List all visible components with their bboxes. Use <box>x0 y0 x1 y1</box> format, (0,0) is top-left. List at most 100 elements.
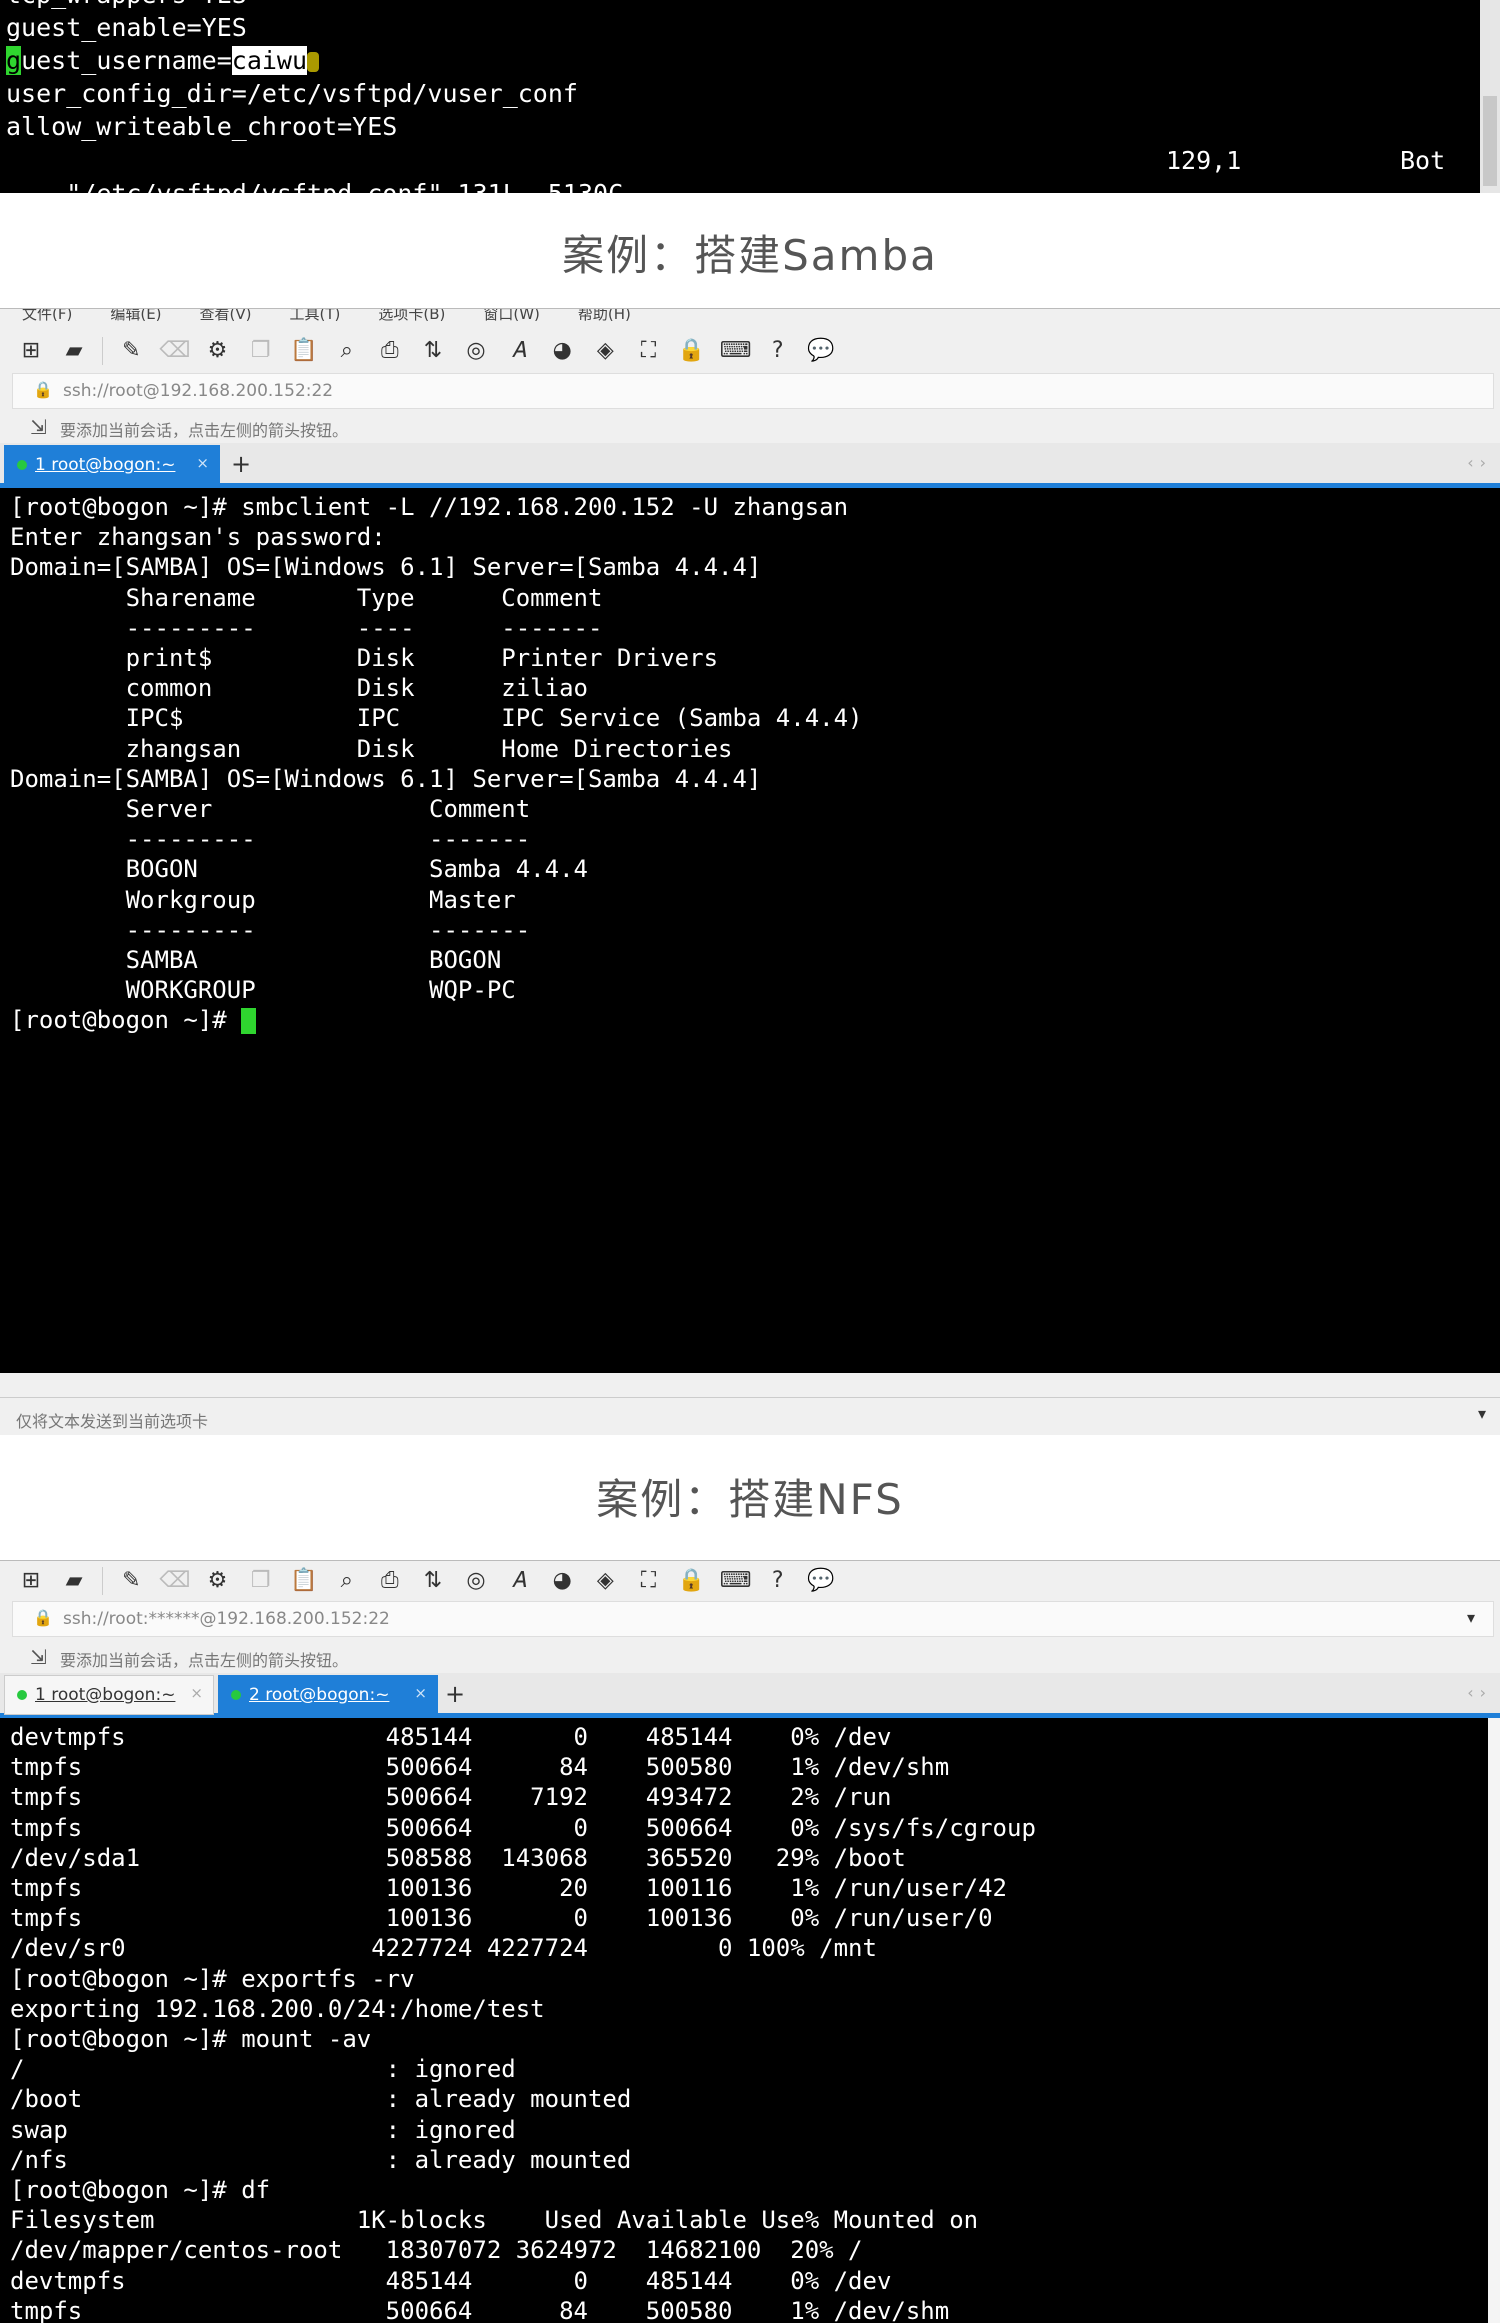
find-icon[interactable]: ⌕ <box>332 1566 362 1596</box>
pencil-icon[interactable]: ✎ <box>116 1566 146 1596</box>
tab-scroll-arrows-icon[interactable]: ‹› <box>1467 453 1492 472</box>
paste-icon[interactable]: 📋 <box>289 1566 319 1596</box>
open-folder-icon[interactable]: ▰ <box>59 336 89 366</box>
close-icon[interactable]: × <box>414 1684 427 1702</box>
fullscreen-icon[interactable]: ⛶ <box>633 336 663 366</box>
help-icon[interactable]: ? <box>763 1566 793 1596</box>
vim-line: guest_enable=YES <box>6 13 247 42</box>
keyboard-icon[interactable]: ⌨ <box>720 1566 752 1596</box>
tab-strip: 1 root@bogon:~ × 2 root@bogon:~ × + ‹› <box>0 1673 1500 1718</box>
terminal-line: zhangsan Disk Home Directories <box>10 734 733 763</box>
transfer-icon[interactable]: ⇅ <box>418 336 448 366</box>
vim-editor-screen[interactable]: tcp_wrappers=YES guest_enable=YES guest_… <box>0 0 1480 193</box>
chevron-down-icon[interactable]: ▾ <box>1478 1404 1486 1423</box>
menu-view[interactable]: 查看(V) <box>200 309 252 322</box>
chat-icon[interactable]: 💬 <box>806 1566 836 1596</box>
terminal-line: Enter zhangsan's password: <box>10 523 386 552</box>
font-icon[interactable]: 𝐴 <box>504 1566 534 1596</box>
properties-icon[interactable]: ⚙ <box>202 1566 232 1596</box>
globe-icon[interactable]: ◎ <box>461 1566 491 1596</box>
close-icon[interactable]: × <box>190 1684 203 1702</box>
tab-session-1[interactable]: 1 root@bogon:~ × <box>4 1675 214 1715</box>
transfer-icon[interactable]: ⇅ <box>418 1566 448 1596</box>
new-session-icon[interactable]: ⊞ <box>16 336 46 366</box>
vim-status-scroll: Bot <box>1400 146 1446 175</box>
terminal-line: --------- ------- <box>10 915 531 944</box>
vim-cursor: g <box>6 46 22 75</box>
pencil-icon[interactable]: ✎ <box>116 336 146 366</box>
terminal-line: / : ignored <box>10 2055 516 2084</box>
xftp-icon[interactable]: ◕ <box>547 336 577 366</box>
properties-icon[interactable]: ⚙ <box>202 336 232 366</box>
vim-line: allow_writeable_chroot=YES <box>6 112 398 141</box>
help-icon[interactable]: ? <box>763 336 793 366</box>
send-text-bar[interactable]: 仅将文本发送到当前选项卡 ▾ <box>0 1397 1500 1435</box>
print-icon[interactable]: ⎙ <box>375 1566 405 1596</box>
vim-line-text: uest_username= <box>21 46 232 75</box>
eraser-icon[interactable]: ⌫ <box>159 1566 190 1596</box>
add-session-arrow-icon[interactable]: ⇲ <box>30 415 47 439</box>
session-address[interactable]: ssh://root:******@192.168.200.152:22 <box>63 1609 390 1629</box>
new-session-icon[interactable]: ⊞ <box>16 1566 46 1596</box>
tab-scroll-arrows-icon[interactable]: ‹› <box>1467 1683 1492 1702</box>
add-tab-button[interactable]: + <box>226 447 256 481</box>
vim-line: user_config_dir=/etc/vsftpd/vuser_conf <box>6 79 578 108</box>
menu-tab[interactable]: 选项卡(B) <box>378 309 445 322</box>
scrollbar-thumb[interactable] <box>1483 96 1497 186</box>
session-hint-bar: ⇲ 要添加当前会话，点击左侧的箭头按钮。 <box>12 1639 1492 1673</box>
close-icon[interactable]: × <box>196 454 209 472</box>
vim-scrollbar[interactable] <box>1480 0 1500 193</box>
menu-tools[interactable]: 工具(T) <box>290 309 341 322</box>
xmanager-icon[interactable]: ◈ <box>590 1566 620 1596</box>
session-address[interactable]: ssh://root@192.168.200.152:22 <box>63 381 333 401</box>
terminal-line: devtmpfs 485144 0 485144 0% /dev <box>10 1723 892 1751</box>
terminal-samba[interactable]: [root@bogon ~]# smbclient -L //192.168.2… <box>0 488 1500 1373</box>
address-bar[interactable]: 🔒 ssh://root@192.168.200.152:22 <box>12 373 1494 409</box>
copy-icon[interactable]: ❐ <box>246 336 276 366</box>
session-hint-text: 要添加当前会话，点击左侧的箭头按钮。 <box>60 1651 349 1670</box>
terminal-scrollbar[interactable] <box>1488 1718 1500 2323</box>
chat-icon[interactable]: 💬 <box>806 336 836 366</box>
lock-icon[interactable]: 🔒 <box>677 336 707 366</box>
paste-icon[interactable]: 📋 <box>289 336 319 366</box>
terminal-line: tmpfs 500664 7192 493472 2% /run <box>10 1783 892 1812</box>
terminal-nfs[interactable]: devtmpfs 485144 0 485144 0% /dev tmpfs 50… <box>0 1718 1500 2323</box>
menu-edit[interactable]: 编辑(E) <box>110 309 161 322</box>
open-folder-icon[interactable]: ▰ <box>59 1566 89 1596</box>
xshell-window-samba: 文件(F) 编辑(E) 查看(V) 工具(T) 选项卡(B) 窗口(W) 帮助(H) ⊞ ▰… <box>0 308 1500 1435</box>
copy-icon[interactable]: ❐ <box>246 1566 276 1596</box>
chevron-down-icon[interactable]: ▾ <box>1467 1608 1475 1627</box>
terminal-line: tmpfs 500664 84 500580 1% /dev/shm <box>10 2296 950 2323</box>
menu-help[interactable]: 帮助(H) <box>578 309 631 322</box>
xftp-icon[interactable]: ◕ <box>547 1566 577 1596</box>
terminal-line: tmpfs 100136 0 100136 0% /run/user/0 <box>10 1904 993 1933</box>
connected-status-icon <box>17 460 27 470</box>
terminal-line: Filesystem 1K-blocks Used Available Use%… <box>10 2206 979 2235</box>
print-icon[interactable]: ⎙ <box>375 336 405 366</box>
toolbar: ⊞ ▰ ✎ ⌫ ⚙ ❐ 📋 ⌕ ⎙ ⇅ ◎ 𝐴 ◕ ◈ ⛶ 🔒 ⌨ ? 💬 <box>12 1561 1492 1601</box>
terminal-line: Sharename Type Comment <box>10 583 603 612</box>
terminal-line: /boot : already mounted <box>10 2085 632 2114</box>
add-tab-button[interactable]: + <box>440 1677 470 1711</box>
fullscreen-icon[interactable]: ⛶ <box>633 1566 663 1596</box>
menu-window[interactable]: 窗口(W) <box>483 309 540 322</box>
terminal-line: --------- ------- <box>10 825 531 854</box>
tab-session-2[interactable]: 2 root@bogon:~ × <box>218 1675 438 1715</box>
section-heading-samba: 案例：搭建Samba <box>562 231 938 280</box>
lock-icon: 🔒 <box>33 380 53 399</box>
lock-icon: 🔒 <box>33 1608 53 1627</box>
font-icon[interactable]: 𝐴 <box>504 336 534 366</box>
terminal-line: --------- ---- ------- <box>10 613 603 642</box>
eraser-icon[interactable]: ⌫ <box>159 336 190 366</box>
terminal-line: Workgroup Master <box>10 885 516 914</box>
menu-file[interactable]: 文件(F) <box>22 309 72 322</box>
tab-session-1[interactable]: 1 root@bogon:~ × <box>4 445 220 485</box>
xmanager-icon[interactable]: ◈ <box>590 336 620 366</box>
keyboard-icon[interactable]: ⌨ <box>720 336 752 366</box>
address-bar[interactable]: 🔒 ssh://root:******@192.168.200.152:22 ▾ <box>12 1601 1494 1637</box>
terminal-line: WORKGROUP WQP-PC <box>10 976 516 1005</box>
find-icon[interactable]: ⌕ <box>332 336 362 366</box>
globe-icon[interactable]: ◎ <box>461 336 491 366</box>
lock-icon[interactable]: 🔒 <box>677 1566 707 1596</box>
add-session-arrow-icon[interactable]: ⇲ <box>30 1645 47 1669</box>
